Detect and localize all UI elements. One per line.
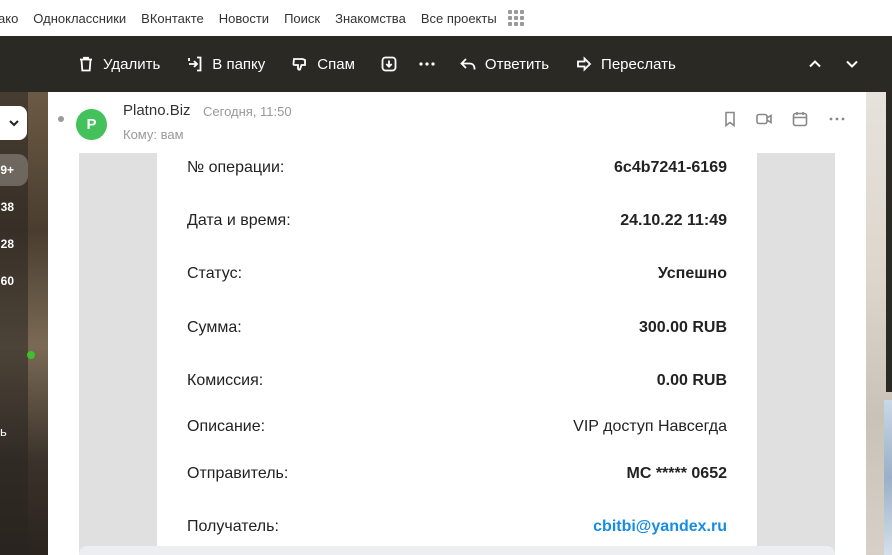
reply-button[interactable]: Ответить	[459, 36, 549, 92]
folder-counter[interactable]: 60	[0, 274, 14, 288]
more-dots-icon	[419, 62, 435, 66]
row-label: Описание:	[187, 418, 266, 435]
chevron-down-icon	[8, 120, 19, 127]
row-value: VIP доступ Навсегда	[573, 418, 727, 435]
row-value: 24.10.22 11:49	[620, 212, 727, 229]
video-call-button[interactable]	[755, 110, 773, 128]
move-to-folder-icon	[188, 56, 202, 72]
unread-dot[interactable]	[58, 116, 64, 122]
payment-receipt: № операции: 6c4b7241-6169 Дата и время: …	[157, 153, 757, 555]
reply-label: Ответить	[484, 55, 550, 73]
spam-label: Спам	[317, 55, 355, 73]
row-label: Отправитель:	[187, 465, 289, 482]
more-button[interactable]	[828, 110, 846, 128]
reply-arrow-icon	[460, 58, 476, 70]
recipient-email-link[interactable]: cbitbi@yandex.ru	[593, 518, 727, 536]
forward-button[interactable]: Переслать	[575, 36, 676, 92]
nav-link-search[interactable]: Поиск	[284, 11, 320, 26]
sidebar-label[interactable]: ь	[0, 424, 8, 439]
bookmark-button[interactable]	[721, 110, 739, 128]
avatar[interactable]: P	[76, 109, 107, 140]
nav-link-dating[interactable]: Знакомства	[335, 11, 406, 26]
archive-download-icon	[381, 56, 397, 72]
header-actions	[791, 110, 809, 128]
message-toolbar: Удалить В папку Спам Ответить Переслать	[0, 36, 892, 92]
receipt-row: Сумма: 300.00 RUB	[187, 319, 727, 337]
nav-link-all-projects[interactable]: Все проекты	[421, 11, 497, 26]
row-value: 6c4b7241-6169	[614, 159, 727, 176]
spam-button[interactable]: Спам	[291, 36, 355, 92]
row-value: 300.00 RUB	[638, 319, 727, 336]
receipt-row: Получатель: cbitbi@yandex.ru	[187, 518, 727, 536]
row-label: Комиссия:	[187, 372, 264, 389]
sender-name[interactable]: Platno.Biz	[123, 102, 191, 119]
delete-label: Удалить	[103, 55, 161, 73]
next-message-button[interactable]	[843, 36, 861, 92]
more-actions-button[interactable]	[418, 36, 436, 92]
message-view: P Platno.Biz Сегодня, 11:50 Кому: вам № …	[48, 92, 866, 555]
receipt-row: Комиссия: 0.00 RUB	[187, 372, 727, 390]
portal-nav: ако Одноклассники ВКонтакте Новости Поис…	[0, 0, 892, 36]
receipt-row: Статус: Успешно	[187, 265, 727, 283]
row-label: № операции:	[187, 159, 285, 176]
trash-icon	[80, 56, 92, 72]
recipient-line: Кому: вам	[123, 127, 184, 142]
bookmark-icon	[725, 111, 735, 128]
receipt-row: Описание: VIP доступ Навсегда	[187, 418, 727, 436]
row-value: Успешно	[657, 265, 727, 282]
video-camera-icon	[756, 113, 772, 125]
forward-label: Переслать	[601, 55, 676, 73]
folder-counter[interactable]: 38	[0, 200, 14, 214]
folder-counter[interactable]: 28	[0, 237, 14, 251]
calendar-icon	[792, 112, 808, 127]
more-dots-icon	[829, 117, 845, 121]
folder-dropdown-button[interactable]	[0, 106, 27, 140]
row-value: MC ***** 0652	[626, 465, 728, 482]
row-value: 0.00 RUB	[656, 372, 727, 389]
thumbs-down-icon	[292, 58, 307, 71]
chevron-up-icon	[809, 60, 821, 68]
apps-grid-icon[interactable]	[507, 10, 524, 26]
message-date: Сегодня, 11:50	[203, 104, 292, 119]
row-label: Дата и время:	[187, 212, 291, 229]
receipt-row: Дата и время: 24.10.22 11:49	[187, 212, 727, 230]
nav-link-vkontakte[interactable]: ВКонтакте	[141, 11, 204, 26]
move-to-folder-button[interactable]: В папку	[186, 36, 265, 92]
archive-button[interactable]	[380, 36, 398, 92]
header-actions	[828, 110, 846, 128]
delete-button[interactable]: Удалить	[77, 36, 160, 92]
header-actions	[721, 110, 739, 128]
inbox-counter[interactable]: 9+	[0, 154, 28, 186]
receipt-row: Отправитель: MC ***** 0652	[187, 465, 727, 483]
row-label: Получатель:	[187, 518, 279, 535]
background-photo-right	[866, 92, 892, 555]
message-body: № операции: 6c4b7241-6169 Дата и время: …	[79, 153, 835, 555]
move-label: В папку	[212, 55, 266, 73]
forward-arrow-icon	[577, 56, 592, 72]
nav-link-news[interactable]: Новости	[219, 11, 269, 26]
row-label: Сумма:	[187, 319, 242, 336]
calendar-button[interactable]	[791, 110, 809, 128]
nav-link-partial[interactable]: ако	[0, 11, 18, 26]
chevron-down-icon	[846, 60, 858, 68]
reply-bar[interactable]	[79, 546, 835, 555]
header-actions	[755, 110, 773, 128]
nav-link-odnoklassniki[interactable]: Одноклассники	[33, 11, 126, 26]
previous-message-button[interactable]	[806, 36, 824, 92]
online-status-dot	[27, 351, 35, 359]
row-label: Статус:	[187, 265, 243, 282]
receipt-row: № операции: 6c4b7241-6169	[187, 159, 727, 177]
